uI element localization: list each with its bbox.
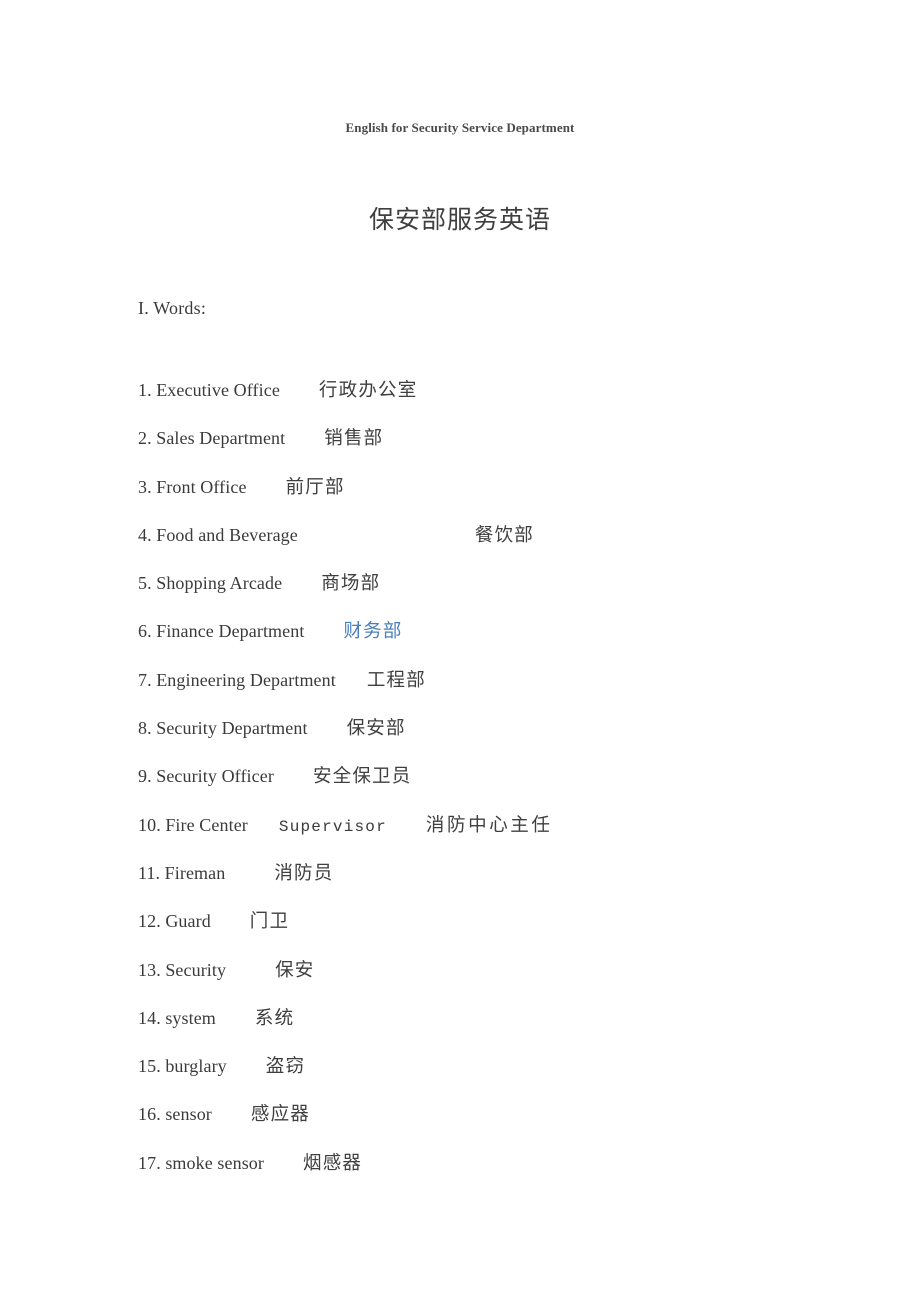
item-term-en: sensor <box>165 1104 212 1125</box>
item-term-zh: 消防员 <box>274 862 334 884</box>
item-term-zh: 烟感器 <box>303 1152 363 1174</box>
item-term-en: Security Department <box>156 718 308 739</box>
list-item: 8. Security Department 保安部 <box>138 715 878 763</box>
list-item: 16. sensor 感应器 <box>138 1101 878 1149</box>
item-term-zh: 保安部 <box>346 718 406 740</box>
item-term-zh: 前厅部 <box>285 476 345 498</box>
item-term-zh: 销售部 <box>324 428 384 450</box>
item-number: 13. <box>138 959 161 980</box>
item-term-zh: 行政办公室 <box>318 380 418 401</box>
list-item: 4. Food and Beverage 餐饮部 <box>138 522 878 570</box>
list-item: 10. Fire Center Supervisor 消防中心主任 <box>138 812 878 860</box>
item-term-en: Guard <box>165 911 211 932</box>
item-term-zh: 门卫 <box>249 911 290 933</box>
item-term-zh: 安全保卫员 <box>312 766 412 788</box>
list-item: 3. Front Office 前厅部 <box>138 474 878 522</box>
item-term-en: Food and Beverage <box>156 524 298 545</box>
item-term-en: Sales Department <box>156 428 286 449</box>
item-number: 14. <box>138 1007 161 1028</box>
item-number: 7. <box>138 669 152 690</box>
item-number: 10. <box>138 814 161 835</box>
item-term-zh: 工程部 <box>366 669 426 691</box>
item-term-en: Finance Department <box>156 621 305 642</box>
item-term-en-secondary: Supervisor <box>278 817 387 836</box>
list-item: 9. Security Officer 安全保卫员 <box>138 763 878 811</box>
item-term-en: smoke sensor <box>165 1152 265 1173</box>
item-number: 12. <box>138 911 161 932</box>
list-item: 17. smoke sensor 烟感器 <box>138 1150 878 1198</box>
item-number: 4. <box>138 524 152 545</box>
item-term-zh: 保安 <box>275 959 315 981</box>
item-term-zh: 消防中心主任 <box>425 814 553 836</box>
item-number: 15. <box>138 1056 161 1077</box>
section-heading-words: I. Words: <box>138 298 207 318</box>
vocabulary-list: 1. Executive Office 行政办公室 2. Sales Depar… <box>138 377 878 1198</box>
list-item: 6. Finance Department 财务部 <box>138 618 878 666</box>
item-number: 17. <box>138 1152 161 1173</box>
item-term-en: Executive Office <box>156 380 280 400</box>
document-page: English for Security Service Department … <box>0 0 920 1302</box>
list-item: 15. burglary 盗窃 <box>138 1053 878 1101</box>
item-term-en: Fire Center <box>165 814 248 835</box>
list-item: 12. Guard 门卫 <box>138 908 878 956</box>
item-number: 11. <box>138 862 161 883</box>
item-term-zh-highlighted: 财务部 <box>343 621 403 643</box>
item-term-en: system <box>165 1007 216 1028</box>
item-number: 3. <box>138 476 152 497</box>
item-number: 5. <box>138 573 152 594</box>
item-number: 2. <box>138 428 152 449</box>
item-term-en: burglary <box>165 1056 227 1077</box>
item-term-en: Engineering Department <box>156 669 336 690</box>
item-number: 9. <box>138 766 152 787</box>
page-title: 保安部服务英语 <box>368 205 551 234</box>
item-term-zh: 商场部 <box>321 573 381 595</box>
list-item: 14. system 系统 <box>138 1005 878 1053</box>
item-term-en: Security <box>165 959 227 980</box>
list-item: 1. Executive Office 行政办公室 <box>138 377 878 425</box>
list-item: 2. Sales Department 销售部 <box>138 425 878 473</box>
item-term-zh: 感应器 <box>250 1104 311 1126</box>
item-number: 8. <box>138 718 152 739</box>
item-number: 16. <box>138 1104 161 1125</box>
item-term-zh: 盗窃 <box>265 1056 306 1078</box>
item-term-zh: 餐饮部 <box>474 524 534 546</box>
item-term-zh: 系统 <box>254 1007 295 1029</box>
item-number: 1. <box>138 380 152 400</box>
item-term-en: Shopping Arcade <box>156 573 283 594</box>
list-item: 13. Security 保安 <box>138 957 878 1005</box>
running-header: English for Security Service Department <box>345 120 575 135</box>
list-item: 7. Engineering Department 工程部 <box>138 667 878 715</box>
item-term-en: Front Office <box>156 476 247 497</box>
item-number: 6. <box>138 621 152 642</box>
list-item: 11. Fireman 消防员 <box>138 860 878 908</box>
list-item: 5. Shopping Arcade 商场部 <box>138 570 878 618</box>
item-term-en: Fireman <box>164 862 226 883</box>
item-term-en: Security Officer <box>156 766 274 787</box>
